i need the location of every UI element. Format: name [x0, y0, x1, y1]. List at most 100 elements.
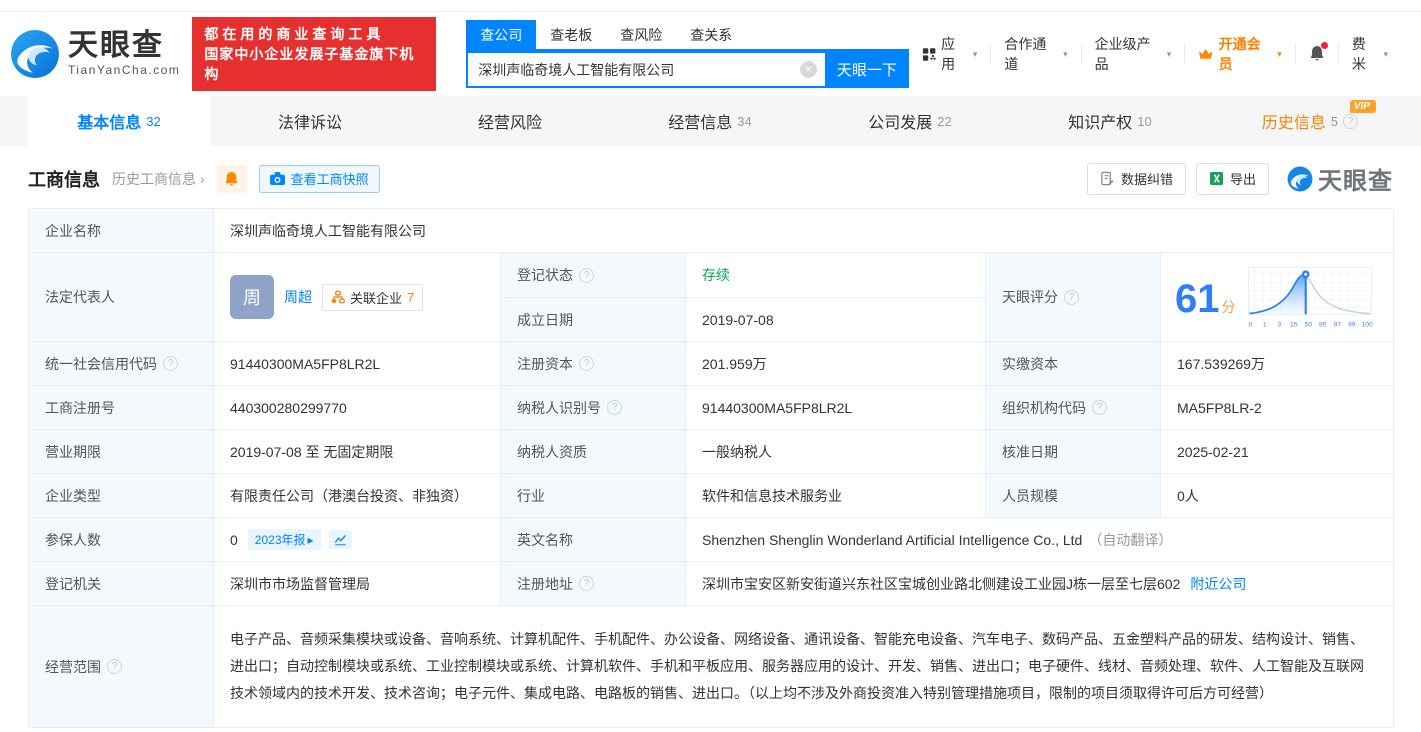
field-label-establish-date: 成立日期	[517, 310, 573, 330]
export-button[interactable]: 导出	[1196, 163, 1269, 195]
paid-capital-value: 167.539269万	[1177, 354, 1265, 374]
edit-doc-icon	[1100, 171, 1115, 186]
monitor-bell-button[interactable]	[217, 165, 247, 193]
brand-name: 天眼查	[68, 31, 180, 61]
nav-user[interactable]: 费米 ▾	[1338, 43, 1401, 65]
tab-count: 10	[1137, 114, 1151, 129]
trend-chart-button[interactable]	[329, 530, 352, 549]
snapshot-button-label: 查看工商快照	[291, 169, 369, 188]
field-label-company-name: 企业名称	[45, 221, 101, 241]
related-companies-badge[interactable]: 关联企业 7	[322, 284, 423, 311]
correction-button-label: 数据纠错	[1121, 169, 1173, 188]
export-button-label: 导出	[1230, 169, 1256, 188]
nav-apps[interactable]: 应用 ▾	[909, 43, 991, 65]
field-label-business-term: 营业期限	[45, 442, 101, 462]
nav-notifications[interactable]	[1295, 43, 1338, 65]
chevron-right-icon: ›	[200, 171, 205, 187]
brand-domain: TianYanCha.com	[68, 63, 180, 77]
field-label-paid-capital: 实缴资本	[1002, 354, 1058, 374]
field-label-reg-address: 注册地址	[517, 574, 573, 594]
tab-business-info[interactable]: 经营信息 34	[610, 96, 810, 146]
search-tab-risk[interactable]: 查风险	[606, 20, 676, 49]
nav-vip-label: 开通会员	[1219, 34, 1273, 74]
grid-icon	[922, 47, 936, 62]
tab-count: 32	[146, 114, 160, 129]
establish-date-value: 2019-07-08	[702, 312, 774, 328]
reg-authority-value: 深圳市市场监督管理局	[230, 574, 370, 594]
nav-enterprise[interactable]: 企业级产品 ▾	[1081, 43, 1185, 65]
svg-text:15: 15	[1289, 321, 1297, 328]
svg-text:97: 97	[1333, 321, 1341, 328]
help-icon[interactable]: ?	[579, 268, 594, 283]
score-value: 61	[1175, 277, 1220, 321]
history-link-label: 历史工商信息	[112, 171, 196, 187]
score-distribution-chart: 0 1 3 15 50 85 97 99 100	[1246, 260, 1374, 338]
username: 费米	[1352, 34, 1379, 74]
brand-slogan: 都在用的商业查询工具 国家中小企业发展子基金旗下机构	[192, 17, 436, 91]
org-chart-icon	[331, 290, 345, 304]
help-icon[interactable]: ?	[1064, 290, 1079, 305]
nav-enterprise-label: 企业级产品	[1095, 34, 1162, 74]
excel-icon	[1209, 171, 1224, 186]
tianyancha-watermark: 天眼查	[1287, 161, 1393, 196]
search-input[interactable]	[466, 51, 825, 88]
help-icon[interactable]: ?	[107, 659, 122, 674]
business-snapshot-button[interactable]: 查看工商快照	[259, 165, 380, 193]
tianyancha-logo[interactable]: 天眼查 TianYanCha.com	[10, 29, 180, 79]
tab-label: 知识产权	[1068, 109, 1132, 133]
notification-dot	[1321, 42, 1328, 49]
tab-intellectual-property[interactable]: 知识产权 10	[1010, 96, 1210, 146]
history-business-info-link[interactable]: 历史工商信息 ›	[112, 169, 205, 189]
legal-rep-avatar[interactable]: 周	[230, 275, 274, 319]
svg-text:1: 1	[1262, 321, 1266, 328]
field-label-score: 天眼评分	[1002, 287, 1058, 307]
field-label-reg-capital: 注册资本	[517, 354, 573, 374]
taxpayer-id-value: 91440300MA5FP8LR2L	[702, 400, 852, 416]
bell-icon	[224, 171, 239, 186]
legal-rep-link[interactable]: 周超	[284, 287, 312, 307]
tab-history-info[interactable]: VIP 历史信息 5 ?	[1210, 96, 1410, 146]
arrow-right-icon: ▸	[308, 533, 314, 547]
tab-operation-risk[interactable]: 经营风险	[410, 96, 610, 146]
tianyancha-logo-icon	[10, 29, 60, 79]
search-block: 查公司 查老板 查风险 查关系 × 天眼一下	[466, 20, 909, 88]
help-icon[interactable]: ?	[579, 576, 594, 591]
field-label-taxpayer-id: 纳税人识别号	[517, 398, 601, 418]
tab-count: 5	[1331, 114, 1338, 129]
tianyancha-logo-icon	[1287, 166, 1313, 192]
data-correction-button[interactable]: 数据纠错	[1087, 163, 1186, 195]
search-tab-relation[interactable]: 查关系	[676, 20, 746, 49]
field-label-reg-authority: 登记机关	[45, 574, 101, 594]
help-icon[interactable]: ?	[1343, 114, 1358, 129]
vip-badge: VIP	[1350, 100, 1376, 113]
nav-partners-label: 合作通道	[1004, 34, 1058, 74]
clear-search-icon[interactable]: ×	[800, 61, 817, 78]
slogan-line1: 都在用的商业查询工具	[204, 24, 424, 44]
svg-text:100: 100	[1361, 321, 1373, 328]
search-tab-boss[interactable]: 查老板	[536, 20, 606, 49]
nav-partners[interactable]: 合作通道 ▾	[990, 43, 1080, 65]
score-cell[interactable]: 61分 0	[1161, 253, 1394, 342]
search-tab-company[interactable]: 查公司	[466, 20, 536, 49]
camera-icon	[270, 172, 285, 185]
help-icon[interactable]: ?	[607, 400, 622, 415]
reg-address-value: 深圳市宝安区新安街道兴东社区宝城创业路北侧建设工业园J栋一层至七层602	[702, 574, 1180, 594]
tab-legal-proceedings[interactable]: 法律诉讼	[210, 96, 410, 146]
nav-apps-label: 应用	[941, 34, 968, 74]
field-label-staff-size: 人员规模	[1002, 486, 1058, 506]
tab-count: 34	[737, 114, 751, 129]
nearby-companies-link[interactable]: 附近公司	[1190, 574, 1246, 594]
watermark-text: 天眼查	[1318, 161, 1393, 196]
search-button[interactable]: 天眼一下	[825, 51, 909, 88]
field-label-reg-status: 登记状态	[517, 265, 573, 285]
help-icon[interactable]: ?	[579, 356, 594, 371]
org-code-value: MA5FP8LR-2	[1177, 400, 1262, 416]
help-icon[interactable]: ?	[1092, 400, 1107, 415]
tab-company-development[interactable]: 公司发展 22	[810, 96, 1010, 146]
search-tabs: 查公司 查老板 查风险 查关系	[466, 20, 909, 51]
help-icon[interactable]: ?	[163, 356, 178, 371]
field-label-reg-number: 工商注册号	[45, 398, 115, 418]
nav-vip[interactable]: 开通会员 ▾	[1184, 43, 1294, 65]
tab-basic-info[interactable]: 基本信息 32	[28, 96, 210, 146]
annual-report-badge[interactable]: 2023年报 ▸	[248, 529, 321, 550]
